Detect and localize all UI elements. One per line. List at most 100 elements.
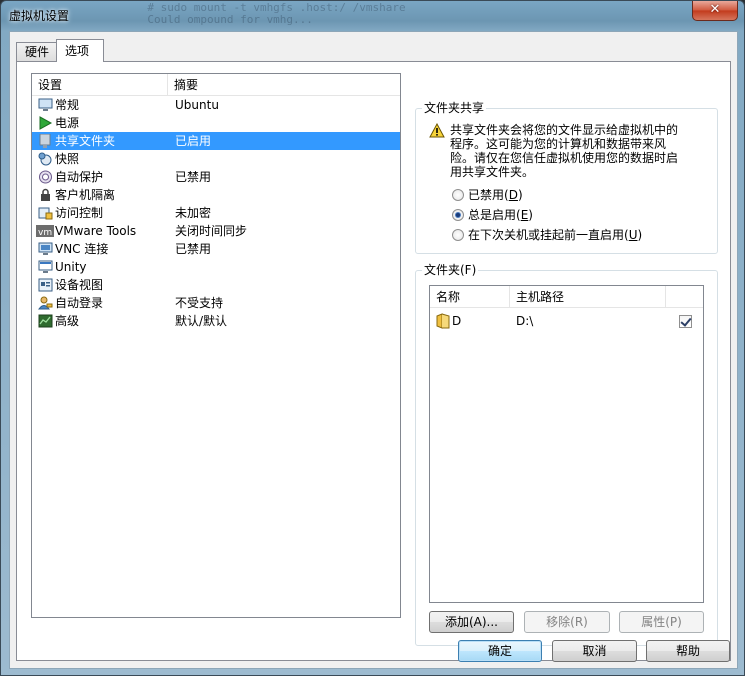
settings-row-autologin[interactable]: 自动登录 不受支持 — [32, 294, 400, 312]
properties-button[interactable]: 属性(P) — [619, 611, 704, 633]
settings-row-name: 客户机隔离 — [55, 188, 116, 202]
folder-enabled-checkbox[interactable] — [679, 315, 692, 328]
column-header-enabled[interactable] — [666, 286, 703, 308]
help-button-label: 帮助 — [675, 644, 700, 658]
settings-list-header: 设置 摘要 — [32, 74, 400, 96]
warning-icon — [429, 123, 445, 138]
monitor-icon — [38, 98, 53, 111]
vm-settings-window: # sudo mount -t vmhgfs .host:/ /vmshare … — [0, 0, 745, 676]
radio-dot — [452, 189, 464, 201]
settings-row-guest-isolation[interactable]: 客户机隔离 — [32, 186, 400, 204]
play-icon — [39, 116, 53, 130]
radio-label-text: 在下次关机或挂起前一直启用 — [468, 228, 625, 242]
title-bar[interactable]: # sudo mount -t vmhgfs .host:/ /vmshare … — [1, 1, 744, 29]
folder-icon — [436, 313, 450, 329]
snapshot-icon — [38, 152, 52, 166]
properties-button-label: 属性(P) — [641, 615, 682, 629]
folders-label: 文件夹(F) — [422, 263, 479, 277]
settings-row-vnc[interactable]: VNC 连接 已禁用 — [32, 240, 400, 258]
sharing-warning-text: 共享文件夹会将您的文件显示给虚拟机中的程序。这可能为您的计算机和数据带来风险。请… — [450, 123, 679, 179]
tab-options-label: 选项 — [65, 44, 90, 58]
svg-text:vm: vm — [38, 228, 52, 238]
settings-row-name: 快照 — [55, 152, 80, 166]
autoprotect-icon — [39, 170, 52, 184]
settings-row-summary: 关闭时间同步 — [175, 224, 248, 238]
close-button[interactable]: ✕ — [692, 1, 738, 21]
folders-group: 文件夹(F) 名称 主机路径 D D:\ 添加(A)... 移除(R) 属性(P… — [415, 263, 718, 646]
ok-button-label: 确定 — [487, 644, 512, 658]
folder-name: D — [452, 314, 462, 328]
radio-label-text: 总是启用 — [468, 208, 517, 222]
settings-row-name: 电源 — [55, 116, 80, 130]
radio-dot — [452, 209, 464, 221]
cancel-button-label: 取消 — [582, 644, 607, 658]
autologin-icon — [38, 296, 53, 310]
settings-row-power[interactable]: 电源 — [32, 114, 400, 132]
settings-row-name: 常规 — [55, 98, 80, 112]
radio-always-enabled-label: 总是启用(E) — [468, 208, 533, 222]
lock-icon — [41, 188, 50, 201]
shared-folder-icon — [39, 134, 51, 148]
folder-row[interactable]: D D:\ — [430, 312, 703, 330]
advanced-icon — [38, 314, 53, 328]
radio-until-poweroff-label: 在下次关机或挂起前一直启用(U) — [468, 228, 643, 242]
settings-row-access-control[interactable]: 访问控制 未加密 — [32, 204, 400, 222]
settings-row-name: VNC 连接 — [55, 242, 109, 256]
column-header-name[interactable]: 名称 — [430, 286, 510, 308]
access-control-icon — [38, 207, 53, 220]
add-folder-button-label: 添加(A)... — [444, 615, 499, 629]
accelerator-key: E — [520, 208, 529, 222]
cancel-button[interactable]: 取消 — [552, 640, 637, 662]
radio-label-text: 已禁用 — [468, 188, 505, 202]
ok-button[interactable]: 确定 — [458, 640, 542, 662]
help-button[interactable]: 帮助 — [646, 640, 730, 662]
tab-hardware-label: 硬件 — [25, 45, 50, 59]
remove-folder-button[interactable]: 移除(R) — [524, 611, 610, 633]
column-header-summary[interactable]: 摘要 — [168, 74, 400, 96]
accelerator-key: U — [628, 228, 638, 242]
settings-row-name: VMware Tools — [55, 224, 137, 238]
settings-row-name: 设备视图 — [55, 278, 104, 292]
settings-row-summary: 未加密 — [175, 206, 212, 220]
settings-row-vmware-tools[interactable]: vm VMware Tools 关闭时间同步 — [32, 222, 400, 240]
remove-folder-button-label: 移除(R) — [546, 615, 588, 629]
column-header-setting[interactable]: 设置 — [32, 74, 168, 96]
options-tab-panel: 设置 摘要 常规 Ubuntu 电源 共享文件夹 已启用 快照 自动保护 已禁用… — [16, 61, 731, 661]
settings-row-summary: Ubuntu — [175, 98, 219, 112]
radio-dot — [452, 229, 464, 241]
settings-row-name: Unity — [55, 260, 87, 274]
settings-row-name: 高级 — [55, 314, 80, 328]
settings-row-unity[interactable]: Unity — [32, 258, 400, 276]
folder-sharing-group: 文件夹共享 共享文件夹会将您的文件显示给虚拟机中的程序。这可能为您的计算机和数据… — [415, 101, 718, 254]
device-view-icon — [38, 278, 53, 292]
settings-row-name: 自动保护 — [55, 170, 104, 184]
background-terminal-text: # sudo mount -t vmhgfs .host:/ /vmshare … — [147, 1, 406, 26]
settings-row-summary: 已禁用 — [175, 242, 212, 256]
settings-row-device-view[interactable]: 设备视图 — [32, 276, 400, 294]
vmware-tools-icon: vm — [36, 225, 54, 238]
settings-row-name: 共享文件夹 — [55, 134, 116, 148]
settings-row-name: 自动登录 — [55, 296, 104, 310]
settings-row-shared-folders[interactable]: 共享文件夹 已启用 — [32, 132, 400, 150]
vnc-icon — [38, 242, 53, 255]
folder-sharing-label: 文件夹共享 — [422, 101, 487, 115]
accelerator-key: D — [508, 188, 518, 202]
radio-disabled-label: 已禁用(D) — [468, 188, 523, 202]
window-title: 虚拟机设置 — [9, 9, 70, 23]
tab-options[interactable]: 选项 — [56, 39, 104, 62]
settings-row-summary: 不受支持 — [175, 296, 224, 310]
unity-icon — [38, 260, 53, 273]
settings-row-general[interactable]: 常规 Ubuntu — [32, 96, 400, 114]
dialog-body: 硬件 选项 设置 摘要 常规 Ubuntu 电源 共享文件夹 已启用 快照 自动… — [9, 31, 738, 669]
settings-row-name: 访问控制 — [55, 206, 104, 220]
tab-hardware[interactable]: 硬件 — [16, 42, 58, 62]
settings-row-summary: 已启用 — [175, 134, 212, 148]
settings-row-autoprotect[interactable]: 自动保护 已禁用 — [32, 168, 400, 186]
settings-row-advanced[interactable]: 高级 默认/默认 — [32, 312, 400, 330]
settings-row-snapshots[interactable]: 快照 — [32, 150, 400, 168]
settings-row-summary: 默认/默认 — [175, 314, 228, 328]
add-folder-button[interactable]: 添加(A)... — [429, 611, 514, 633]
folder-list[interactable]: 名称 主机路径 D D:\ — [429, 285, 704, 603]
settings-list[interactable]: 设置 摘要 常规 Ubuntu 电源 共享文件夹 已启用 快照 自动保护 已禁用… — [31, 73, 401, 618]
column-header-host-path[interactable]: 主机路径 — [510, 286, 666, 308]
